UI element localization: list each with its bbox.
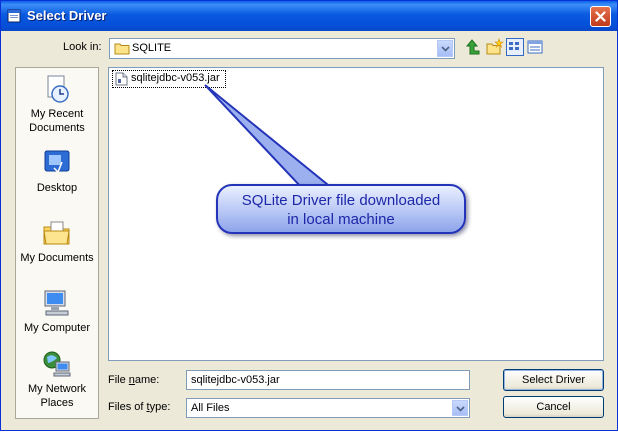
select-driver-button[interactable]: Select Driver xyxy=(503,369,604,391)
list-view-icon xyxy=(509,42,519,50)
look-in-label: Look in: xyxy=(63,41,102,53)
new-folder-icon[interactable] xyxy=(486,38,504,56)
place-my-computer[interactable]: My Computer xyxy=(16,288,98,335)
file-name: sqlitejdbc-v053.jar xyxy=(131,72,220,84)
close-icon xyxy=(595,11,606,22)
file-name-input[interactable]: sqlitejdbc-v053.jar xyxy=(186,370,470,390)
place-desktop[interactable]: Desktop xyxy=(16,148,98,195)
my-computer-icon xyxy=(44,290,69,316)
look-in-value: SQLITE xyxy=(132,42,172,54)
desktop-icon xyxy=(44,150,70,174)
window-icon xyxy=(7,9,21,23)
place-label: My Recent xyxy=(30,108,84,120)
up-one-level-icon[interactable] xyxy=(465,38,483,56)
title-bar[interactable]: Select Driver xyxy=(1,1,617,31)
look-in-dropdown-arrow[interactable] xyxy=(437,40,453,57)
details-view-icon[interactable] xyxy=(526,38,544,56)
chevron-down-icon xyxy=(441,46,450,52)
close-button[interactable] xyxy=(590,6,611,27)
files-of-type-dropdown[interactable]: All Files xyxy=(186,398,470,418)
place-label: My Network xyxy=(27,383,87,395)
place-my-recent-documents[interactable]: My Recent Documents xyxy=(16,74,98,135)
chevron-down-icon xyxy=(456,406,465,412)
files-of-type-dropdown-arrow[interactable] xyxy=(452,400,468,416)
my-documents-icon xyxy=(43,221,70,245)
files-of-type-value: All Files xyxy=(191,402,230,414)
place-my-documents[interactable]: My Documents xyxy=(16,218,98,265)
folder-icon xyxy=(114,43,130,55)
place-label: Places xyxy=(40,397,74,409)
place-label: My Computer xyxy=(23,322,91,334)
place-my-network-places[interactable]: My Network Places xyxy=(16,349,98,410)
annotation-callout: SQLite Driver file downloaded in local m… xyxy=(216,184,466,234)
jar-file-icon xyxy=(115,72,128,86)
cancel-button[interactable]: Cancel xyxy=(503,396,604,418)
network-places-icon xyxy=(43,351,71,377)
recent-documents-icon xyxy=(47,75,69,103)
place-label: Desktop xyxy=(36,182,78,194)
file-item[interactable]: sqlitejdbc-v053.jar xyxy=(112,70,226,88)
select-driver-dialog: Select Driver Look in: SQLITE My Recent … xyxy=(0,0,618,431)
window-title: Select Driver xyxy=(27,8,107,23)
file-name-label: File name: xyxy=(108,374,160,386)
place-label: Documents xyxy=(29,122,85,134)
annotation-line: in local machine xyxy=(287,211,395,228)
files-of-type-label: Files of type: xyxy=(108,401,171,413)
list-view-button[interactable] xyxy=(506,38,524,56)
look-in-dropdown[interactable]: SQLITE xyxy=(109,38,455,59)
places-bar: My Recent Documents Desktop My Documents xyxy=(15,67,99,419)
place-label: My Documents xyxy=(20,252,94,264)
annotation-line: SQLite Driver file downloaded xyxy=(241,192,441,209)
